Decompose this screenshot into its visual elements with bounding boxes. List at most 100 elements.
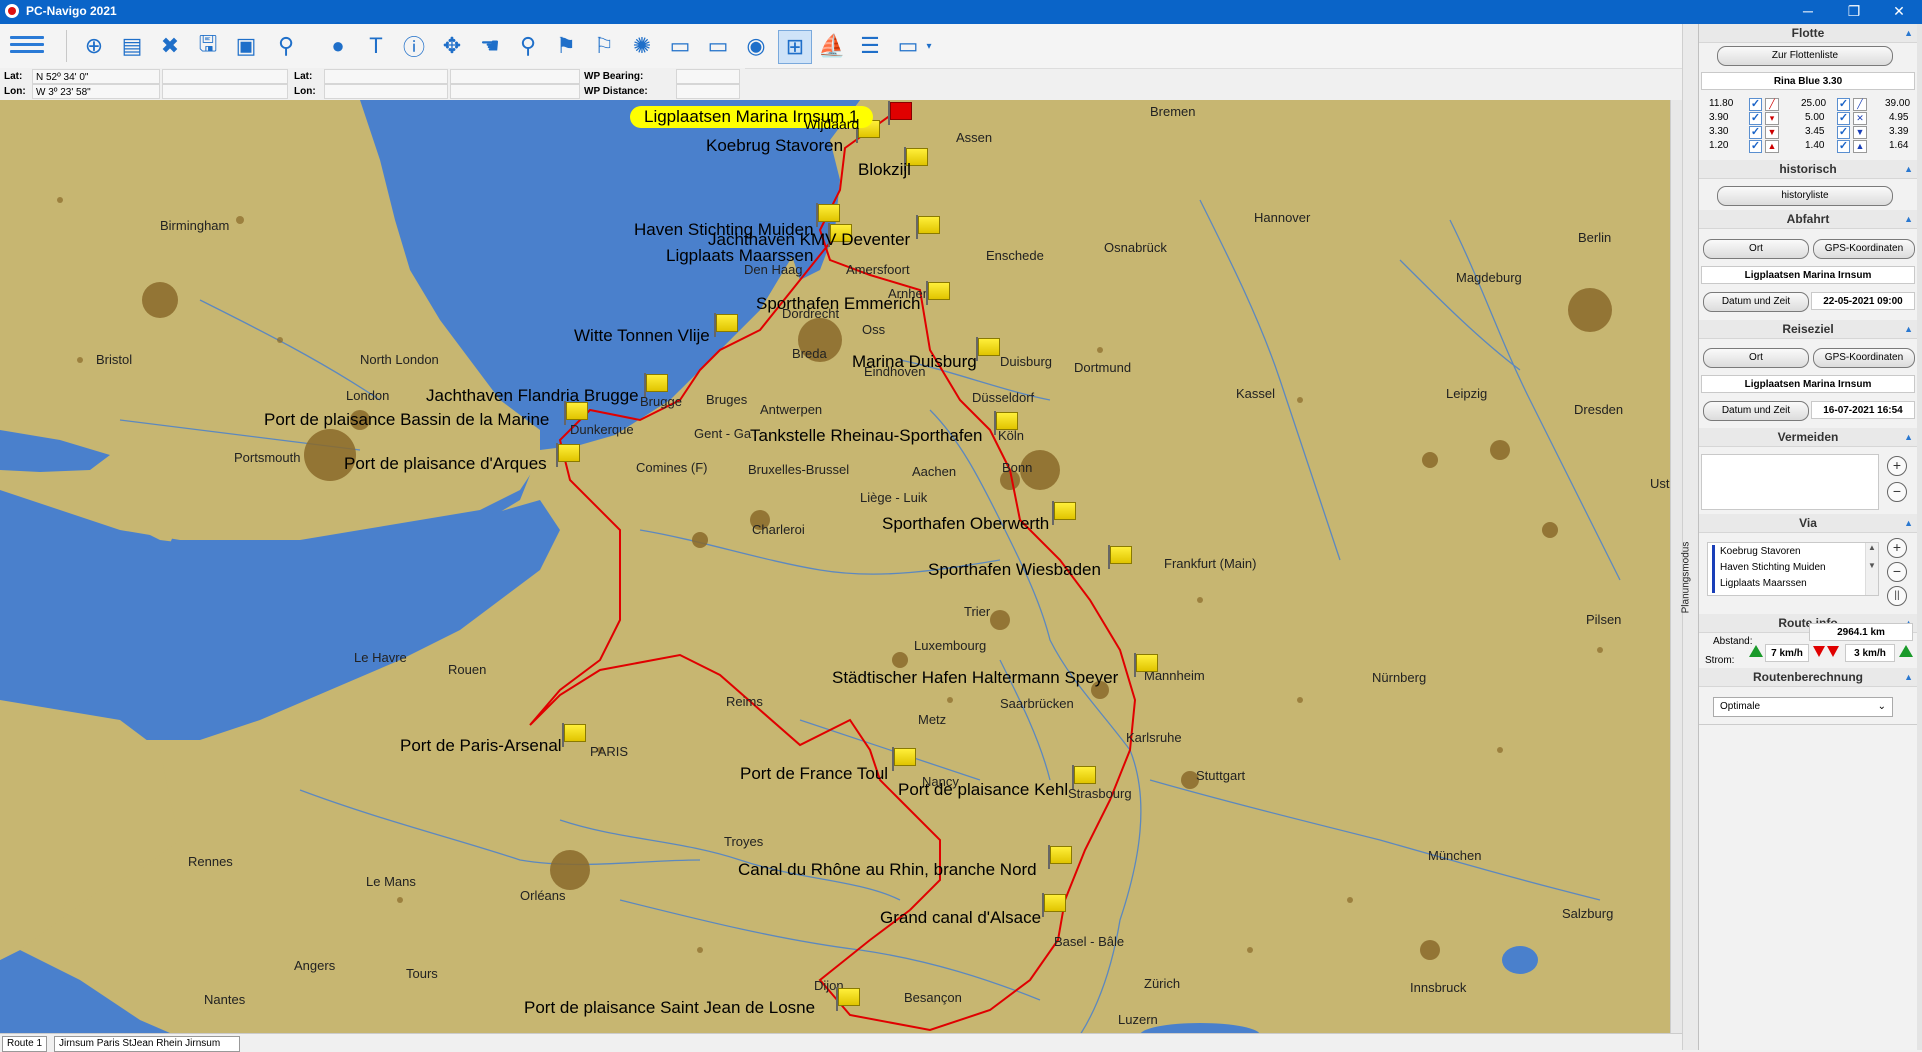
- move-icon[interactable]: ✥: [436, 30, 468, 62]
- waypoint-flag-icon[interactable]: [714, 313, 738, 337]
- avoid-remove-button[interactable]: −: [1887, 482, 1907, 502]
- fleet-header[interactable]: Flotte ▲: [1699, 24, 1917, 43]
- waypoint-label[interactable]: Canal du Rhône au Rhin, branche Nord: [738, 860, 1037, 880]
- via-item[interactable]: Haven Stichting Muiden: [1720, 562, 1826, 573]
- waypoint-label[interactable]: Marina Duisburg: [852, 352, 977, 372]
- waypoint-flag-icon[interactable]: [926, 281, 950, 305]
- via-header[interactable]: Via ▲: [1699, 514, 1917, 533]
- waypoint-flag-icon[interactable]: [1072, 765, 1096, 789]
- waypoint-label[interactable]: Witte Tonnen Vlije: [574, 326, 710, 346]
- pin-info-icon[interactable]: ⚐: [588, 30, 620, 62]
- waypoint-flag-icon[interactable]: [816, 203, 840, 227]
- route-calculation-header[interactable]: Routenberechnung ▲: [1699, 668, 1917, 687]
- waypoint-label[interactable]: Koebrug Stavoren: [706, 136, 843, 156]
- search-icon[interactable]: ⚲: [270, 30, 302, 62]
- checkbox-checked-icon[interactable]: ✓: [1837, 126, 1850, 139]
- avoid-list[interactable]: [1701, 454, 1879, 510]
- destination-datetime-button[interactable]: Datum und Zeit: [1703, 401, 1809, 421]
- checkbox-checked-icon[interactable]: ✓: [1749, 126, 1762, 139]
- waypoint-flag-icon[interactable]: [976, 337, 1000, 361]
- destination-gps-button[interactable]: GPS-Koordinaten: [1813, 348, 1915, 368]
- waypoint-label[interactable]: Tankstelle Rheinau-Sporthafen: [750, 426, 982, 446]
- avoid-header[interactable]: Vermeiden ▲: [1699, 428, 1917, 447]
- departure-datetime[interactable]: 22-05-2021 09:00: [1811, 292, 1915, 310]
- flag-icon[interactable]: ⚑: [550, 30, 582, 62]
- waypoint-flag-icon[interactable]: [916, 215, 940, 239]
- monitor-icon[interactable]: ▭: [664, 30, 696, 62]
- waypoint-label[interactable]: Sporthafen Oberwerth: [882, 514, 1049, 534]
- waypoint-label[interactable]: Sporthafen Emmerich: [756, 294, 920, 314]
- departure-place-button[interactable]: Ort: [1703, 239, 1809, 259]
- destination-datetime[interactable]: 16-07-2021 16:54: [1811, 401, 1915, 419]
- waypoint-label[interactable]: Ligplaats Maarssen: [666, 246, 813, 266]
- image-icon[interactable]: ▣: [230, 30, 262, 62]
- layers-icon[interactable]: ▤: [116, 30, 148, 62]
- waypoint-label[interactable]: Port de France Toul: [740, 764, 888, 784]
- departure-datetime-button[interactable]: Datum und Zeit: [1703, 292, 1809, 312]
- waypoint-flag-icon[interactable]: [1108, 545, 1132, 569]
- panel-collapse-strip[interactable]: [1682, 24, 1699, 1050]
- waypoint-flag-icon[interactable]: [892, 747, 916, 771]
- display-icon[interactable]: ▭: [892, 30, 924, 62]
- destination-place-button[interactable]: Ort: [1703, 348, 1809, 368]
- toolbar-more-icon[interactable]: ▾: [922, 30, 936, 62]
- hand-icon[interactable]: ☚: [474, 30, 506, 62]
- globe-icon[interactable]: ●: [322, 30, 354, 62]
- via-list[interactable]: Koebrug Stavoren Haven Stichting Muiden …: [1707, 542, 1879, 596]
- waypoint-label[interactable]: Port de Paris-Arsenal: [400, 736, 562, 756]
- waypoint-flag-icon[interactable]: [562, 723, 586, 747]
- start-flag-icon[interactable]: [888, 101, 912, 125]
- checkbox-checked-icon[interactable]: ✓: [1749, 112, 1762, 125]
- close-button[interactable]: ✕: [1876, 0, 1922, 24]
- via-pause-button[interactable]: ||: [1887, 586, 1907, 606]
- avoid-add-button[interactable]: +: [1887, 456, 1907, 476]
- chart-map[interactable]: Birmingham Bristol North London London P…: [0, 100, 1670, 1033]
- via-item[interactable]: Ligplaats Maarssen: [1720, 578, 1807, 589]
- sun-icon[interactable]: ✺: [626, 30, 658, 62]
- waypoint-flag-icon[interactable]: [1048, 845, 1072, 869]
- via-add-button[interactable]: +: [1887, 538, 1907, 558]
- waypoint-label[interactable]: Blokzijl: [858, 160, 911, 180]
- compass-icon[interactable]: ◉: [740, 30, 772, 62]
- via-list-scrollbar[interactable]: ▲ ▼: [1865, 543, 1878, 595]
- list-icon[interactable]: ☰: [854, 30, 886, 62]
- waypoint-label[interactable]: Port de plaisance d'Arques: [344, 454, 547, 474]
- waypoint-label[interactable]: Jachthaven Flandria Brugge: [426, 386, 639, 406]
- panel-scrollbar[interactable]: [1917, 24, 1922, 1050]
- checkbox-checked-icon[interactable]: ✓: [1749, 98, 1762, 111]
- delete-route-icon[interactable]: ✖: [154, 30, 186, 62]
- departure-gps-button[interactable]: GPS-Koordinaten: [1813, 239, 1915, 259]
- checkbox-checked-icon[interactable]: ✓: [1837, 140, 1850, 153]
- waypoint-flag-icon[interactable]: [1052, 501, 1076, 525]
- info-icon[interactable]: ⓘ: [398, 30, 430, 62]
- waypoint-label[interactable]: Grand canal d'Alsace: [880, 908, 1041, 928]
- waypoint-label[interactable]: Port de plaisance Bassin de la Marine: [264, 410, 549, 430]
- departure-header[interactable]: Abfahrt ▲: [1699, 210, 1917, 229]
- text-icon[interactable]: T: [360, 30, 392, 62]
- restore-button[interactable]: ❐: [1831, 0, 1877, 24]
- history-header[interactable]: historisch ▲: [1699, 160, 1917, 179]
- monitor-off-icon[interactable]: ▭: [702, 30, 734, 62]
- checkbox-checked-icon[interactable]: ✓: [1837, 112, 1850, 125]
- waypoint-flag-icon[interactable]: [1134, 653, 1158, 677]
- route-grid-icon[interactable]: ⊞: [778, 30, 812, 64]
- waypoint-label[interactable]: Städtischer Hafen Haltermann Speyer: [832, 668, 1118, 688]
- checkbox-checked-icon[interactable]: ✓: [1837, 98, 1850, 111]
- waypoint-label[interactable]: Wijdaard: [804, 116, 859, 132]
- via-item[interactable]: Koebrug Stavoren: [1720, 546, 1801, 557]
- route-mode-select[interactable]: Optimale ⌄: [1713, 697, 1893, 717]
- via-remove-button[interactable]: −: [1887, 562, 1907, 582]
- checkbox-checked-icon[interactable]: ✓: [1749, 140, 1762, 153]
- waypoint-label[interactable]: Port de plaisance Kehl: [898, 780, 1068, 800]
- minimize-button[interactable]: ─: [1785, 0, 1831, 24]
- save-icon[interactable]: 🖫: [192, 30, 224, 62]
- waypoint-flag-icon[interactable]: [556, 443, 580, 467]
- fleet-list-button[interactable]: Zur Flottenliste: [1717, 46, 1893, 66]
- hamburger-menu-icon[interactable]: [10, 32, 44, 60]
- pin-icon[interactable]: ⚲: [512, 30, 544, 62]
- destination-header[interactable]: Reiseziel ▲: [1699, 320, 1917, 339]
- waypoint-label[interactable]: Port de plaisance Saint Jean de Losne: [524, 998, 815, 1018]
- waypoint-flag-icon[interactable]: [836, 987, 860, 1011]
- waypoint-flag-icon[interactable]: [644, 373, 668, 397]
- boat-icon[interactable]: ⛵: [816, 30, 848, 62]
